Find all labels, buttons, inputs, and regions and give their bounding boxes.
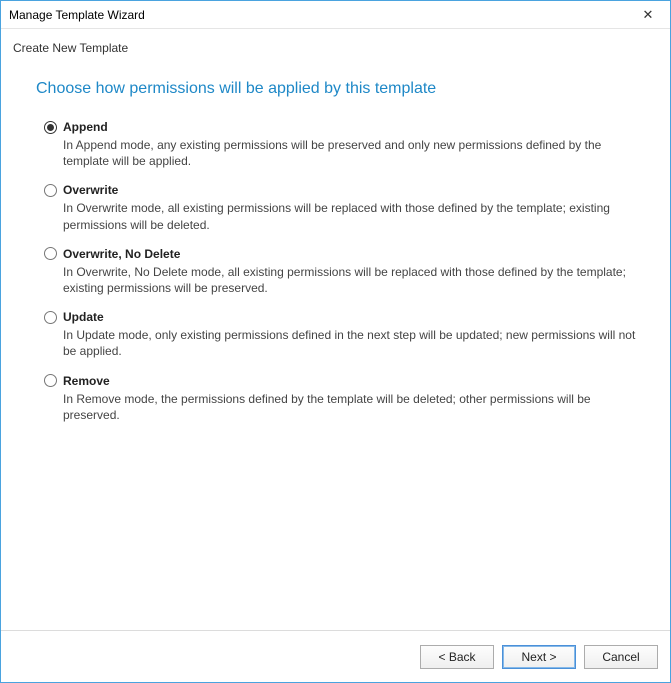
radio-overwrite[interactable] (44, 184, 57, 197)
content-area: Choose how permissions will be applied b… (1, 55, 670, 630)
wizard-window: Manage Template Wizard ✕ Create New Temp… (0, 0, 671, 683)
cancel-button[interactable]: Cancel (584, 645, 658, 669)
back-button[interactable]: < Back (420, 645, 494, 669)
option-label-remove[interactable]: Remove (63, 374, 110, 388)
next-button[interactable]: Next > (502, 645, 576, 669)
titlebar: Manage Template Wizard ✕ (1, 1, 670, 29)
option-label-overwrite-no-delete[interactable]: Overwrite, No Delete (63, 247, 180, 261)
radio-update[interactable] (44, 311, 57, 324)
option-row: Overwrite (44, 183, 640, 197)
options-group: Append In Append mode, any existing perm… (36, 120, 640, 423)
window-title: Manage Template Wizard (9, 8, 145, 22)
option-row: Remove (44, 374, 640, 388)
option-label-update[interactable]: Update (63, 310, 104, 324)
option-row: Overwrite, No Delete (44, 247, 640, 261)
page-heading: Choose how permissions will be applied b… (36, 80, 640, 98)
option-label-overwrite[interactable]: Overwrite (63, 183, 118, 197)
wizard-subtitle: Create New Template (1, 29, 670, 55)
radio-overwrite-no-delete[interactable] (44, 247, 57, 260)
footer: < Back Next > Cancel (1, 630, 670, 682)
option-append: Append In Append mode, any existing perm… (44, 120, 640, 169)
close-icon: ✕ (643, 7, 654, 23)
option-desc-update: In Update mode, only existing permission… (63, 327, 640, 359)
radio-append[interactable] (44, 121, 57, 134)
option-remove: Remove In Remove mode, the permissions d… (44, 374, 640, 423)
radio-remove[interactable] (44, 374, 57, 387)
option-desc-remove: In Remove mode, the permissions defined … (63, 391, 640, 423)
option-desc-overwrite: In Overwrite mode, all existing permissi… (63, 200, 640, 232)
close-button[interactable]: ✕ (626, 1, 670, 28)
option-overwrite-no-delete: Overwrite, No Delete In Overwrite, No De… (44, 247, 640, 296)
option-row: Append (44, 120, 640, 134)
option-label-append[interactable]: Append (63, 120, 108, 134)
option-desc-overwrite-no-delete: In Overwrite, No Delete mode, all existi… (63, 264, 640, 296)
option-update: Update In Update mode, only existing per… (44, 310, 640, 359)
option-desc-append: In Append mode, any existing permissions… (63, 137, 640, 169)
option-overwrite: Overwrite In Overwrite mode, all existin… (44, 183, 640, 232)
option-row: Update (44, 310, 640, 324)
